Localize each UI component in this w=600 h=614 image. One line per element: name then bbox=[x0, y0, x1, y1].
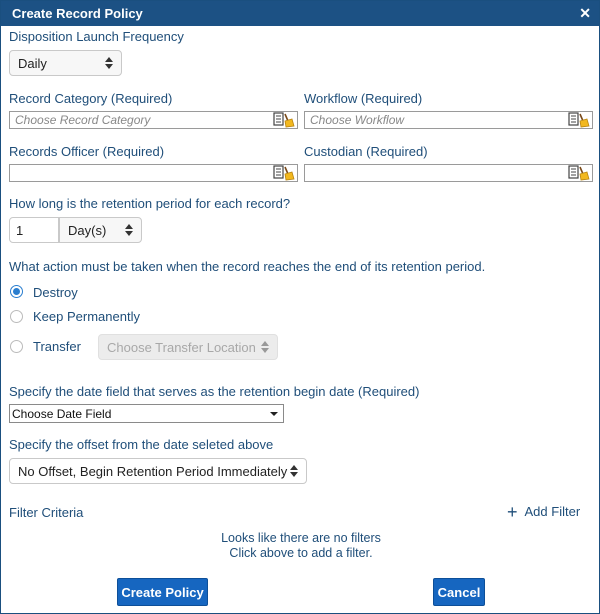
plus-icon: + bbox=[507, 501, 518, 522]
custodian-label: Custodian (Required) bbox=[304, 144, 428, 159]
select-arrows-icon bbox=[125, 224, 133, 236]
frequency-label: Disposition Launch Frequency bbox=[9, 29, 184, 44]
address-book-broom-icon[interactable] bbox=[568, 112, 590, 128]
transfer-location-select[interactable]: Choose Transfer Location bbox=[98, 334, 278, 360]
radio-label-transfer: Transfer bbox=[33, 339, 81, 354]
add-filter-button[interactable]: + Add Filter bbox=[507, 501, 581, 522]
frequency-value: Daily bbox=[18, 55, 47, 71]
address-book-broom-icon[interactable] bbox=[273, 112, 295, 128]
offset-value: No Offset, Begin Retention Period Immedi… bbox=[18, 463, 288, 479]
date-field-label: Specify the date field that serves as th… bbox=[9, 384, 420, 399]
radio-transfer[interactable] bbox=[10, 340, 23, 353]
address-book-broom-icon[interactable] bbox=[568, 165, 590, 181]
radio-destroy[interactable] bbox=[10, 285, 23, 298]
frequency-select[interactable]: Daily bbox=[9, 50, 122, 76]
action-question: What action must be taken when the recor… bbox=[9, 259, 486, 274]
retention-question: How long is the retention period for eac… bbox=[9, 196, 291, 211]
records-officer-picker[interactable] bbox=[9, 164, 298, 182]
retention-unit-select[interactable]: Day(s) bbox=[59, 217, 142, 243]
workflow-label: Workflow (Required) bbox=[304, 91, 423, 106]
address-book-broom-icon[interactable] bbox=[273, 165, 295, 181]
dialog-titlebar: Create Record Policy ✕ bbox=[1, 1, 599, 26]
radio-label-keep-permanently: Keep Permanently bbox=[33, 309, 140, 324]
select-arrows-icon bbox=[261, 341, 269, 353]
create-record-policy-dialog: Create Record Policy ✕ Disposition Launc… bbox=[0, 0, 600, 614]
record-category-label: Record Category (Required) bbox=[9, 91, 173, 106]
radio-keep-permanently[interactable] bbox=[10, 310, 23, 323]
caret-down-icon bbox=[270, 411, 278, 416]
add-filter-label: Add Filter bbox=[524, 504, 581, 519]
record-category-picker[interactable]: Choose Record Category bbox=[9, 111, 298, 129]
radio-label-destroy: Destroy bbox=[33, 285, 78, 300]
transfer-location-value: Choose Transfer Location bbox=[107, 339, 256, 355]
workflow-picker[interactable]: Choose Workflow bbox=[304, 111, 593, 129]
date-field-select[interactable]: Choose Date Field bbox=[9, 404, 284, 423]
offset-label: Specify the offset from the date seleted… bbox=[9, 437, 274, 452]
retention-unit-value: Day(s) bbox=[68, 222, 107, 238]
filter-criteria-label: Filter Criteria bbox=[9, 505, 84, 520]
select-arrows-icon bbox=[290, 465, 298, 477]
create-policy-button[interactable]: Create Policy bbox=[117, 578, 208, 606]
offset-select[interactable]: No Offset, Begin Retention Period Immedi… bbox=[9, 458, 307, 484]
select-arrows-icon bbox=[105, 57, 113, 69]
no-filters-message: Looks like there are no filters bbox=[221, 531, 381, 545]
custodian-picker[interactable] bbox=[304, 164, 593, 182]
cancel-button[interactable]: Cancel bbox=[433, 578, 485, 606]
date-field-value: Choose Date Field bbox=[12, 406, 112, 421]
dialog-title: Create Record Policy bbox=[12, 6, 143, 21]
retention-amount-input[interactable]: 1 bbox=[9, 217, 59, 243]
records-officer-label: Records Officer (Required) bbox=[9, 144, 165, 159]
record-category-placeholder: Choose Record Category bbox=[15, 113, 151, 127]
workflow-placeholder: Choose Workflow bbox=[310, 113, 405, 127]
close-icon[interactable]: ✕ bbox=[579, 5, 591, 22]
no-filters-hint: Click above to add a filter. bbox=[229, 546, 373, 560]
